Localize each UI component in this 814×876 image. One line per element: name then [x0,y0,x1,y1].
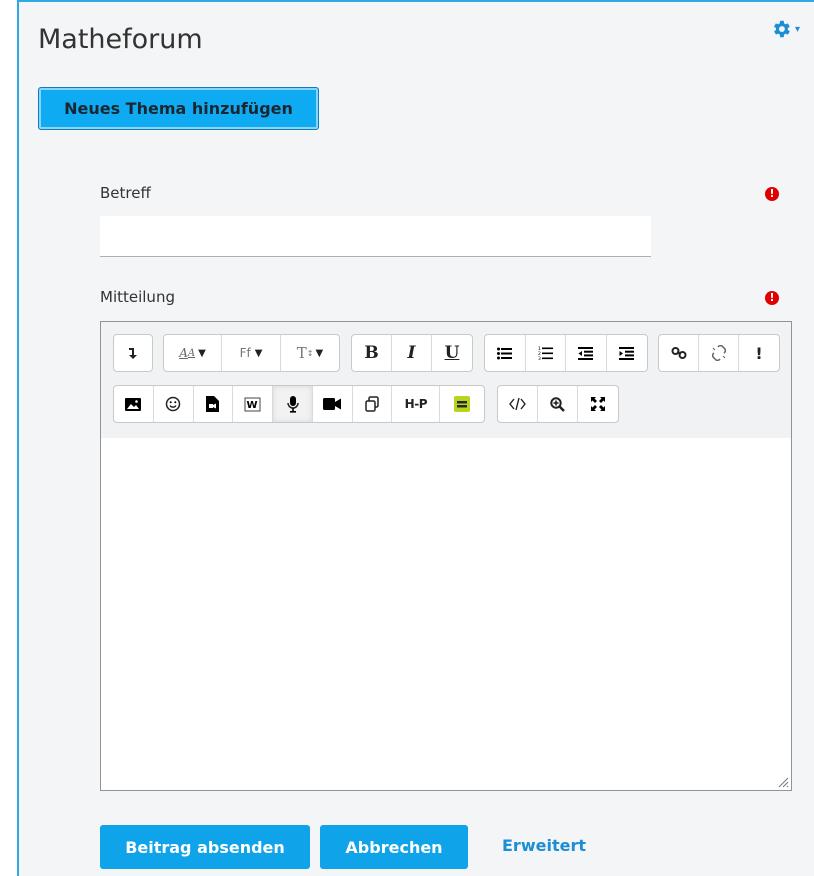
font-size-button[interactable]: T ↕ ▼ [281,335,339,371]
text-format-button[interactable]: A A ▼ [164,335,222,371]
zoom-button[interactable] [538,386,578,422]
microphone-icon [286,395,299,413]
code-icon [509,398,526,410]
show-more-buttons-button[interactable] [114,335,152,371]
bold-button[interactable]: B [352,335,392,371]
italic-button[interactable]: I [392,335,432,371]
required-icon: ! [765,187,779,201]
toolbar-group-links: ! [658,334,780,372]
subject-label: Betreff [100,184,151,202]
text-format-icon: A [179,346,188,360]
required-icon: ! [765,291,779,305]
emoji-icon [165,396,181,412]
resize-handle-icon[interactable] [777,776,789,788]
cancel-button[interactable]: Abbrechen [320,825,468,869]
insert-image-button[interactable] [114,386,154,422]
svg-text:3: 3 [538,356,541,360]
chevron-down-icon: ▼ [254,347,263,359]
expand-icon [591,397,605,411]
bullet-list-button[interactable] [485,335,526,371]
toolbar-group-collapse [113,334,153,372]
toolbar-group-lists: 123 [484,334,648,372]
html-source-button[interactable] [498,386,538,422]
zoom-in-icon [550,396,565,412]
chevron-down-icon: ▼ [198,347,206,359]
message-editor: A A ▼ Ff ▼ T ↕ ▼ B I U 123 ! W H-P [100,321,792,791]
message-textarea[interactable] [101,438,791,790]
link-button[interactable] [659,335,699,371]
accessibility-checker-button[interactable]: ! [739,335,779,371]
add-topic-button[interactable]: Neues Thema hinzufügen [38,87,319,130]
numbered-list-icon: 123 [538,346,553,360]
media-file-icon [206,396,220,412]
generico-icon [454,396,471,412]
message-label: Mitteilung [100,288,175,306]
word-paste-icon: W [244,397,261,412]
generico-button[interactable] [440,386,484,422]
font-size-icon: T [296,344,307,362]
fullscreen-button[interactable] [578,386,618,422]
chevron-down-icon: ▼ [315,347,324,359]
text-format-icon: A [187,347,196,359]
editor-toolbar: A A ▼ Ff ▼ T ↕ ▼ B I U 123 ! W H-P [101,322,791,439]
image-icon [125,397,142,411]
insert-h5p-button[interactable]: H-P [392,386,441,422]
font-family-icon: Ff [239,346,251,360]
gear-icon [774,20,790,38]
paste-from-word-button[interactable]: W [233,386,274,422]
submit-post-button[interactable]: Beitrag absenden [100,825,310,869]
numbered-list-button[interactable]: 123 [526,335,566,371]
settings-menu[interactable]: ▾ [770,18,800,40]
video-camera-icon [323,398,342,410]
advanced-link[interactable]: Erweitert [502,836,586,855]
record-audio-button[interactable] [273,386,313,422]
unlink-icon [711,345,726,361]
indent-icon [619,346,635,360]
toolbar-group-media: W H-P [113,385,485,423]
subject-input[interactable] [100,216,651,257]
toolbar-group-style: B I U [351,334,473,372]
svg-text:W: W [246,400,257,411]
unlink-button[interactable] [699,335,739,371]
copy-icon [365,396,379,412]
arrow-down-icon [129,348,137,359]
insert-media-button[interactable] [194,386,234,422]
outdent-button[interactable] [566,335,607,371]
page-title: Matheforum [38,24,203,55]
indent-button[interactable] [607,335,647,371]
emoji-button[interactable] [154,386,194,422]
bullet-list-icon [497,347,513,359]
toolbar-group-font: A A ▼ Ff ▼ T ↕ ▼ [163,334,340,372]
chevron-down-icon: ▾ [795,23,801,35]
outdent-icon [578,346,594,360]
underline-button[interactable]: U [432,335,472,371]
toolbar-group-tools [497,385,619,423]
copy-text-button[interactable] [353,386,393,422]
font-family-button[interactable]: Ff ▼ [222,335,281,371]
record-video-button[interactable] [313,386,353,422]
font-size-icon: ↕ [306,348,314,358]
link-icon [671,347,686,359]
